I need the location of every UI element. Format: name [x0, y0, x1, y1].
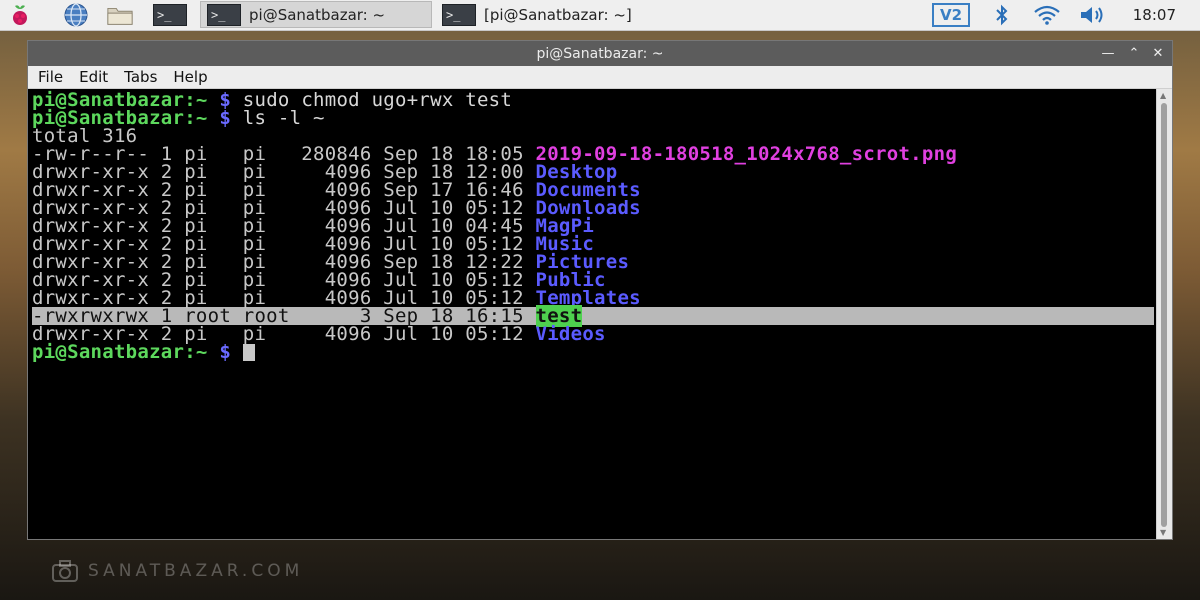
task-label: pi@Sanatbazar: ~	[249, 5, 386, 24]
vnc-label: V2	[932, 3, 970, 27]
terminal-output[interactable]: pi@Sanatbazar:~ $ sudo chmod ugo+rwx tes…	[28, 89, 1154, 539]
volume-icon[interactable]	[1076, 2, 1110, 28]
window-title: pi@Sanatbazar: ~	[536, 45, 664, 62]
scrollbar[interactable]: ▲ ▼	[1156, 89, 1172, 539]
vnc-icon[interactable]: V2	[930, 2, 972, 28]
command-line: pi@Sanatbazar:~ $ ls -l ~	[32, 107, 1154, 129]
close-icon[interactable]: ✕	[1148, 44, 1168, 62]
terminal-icon: >_	[207, 3, 241, 26]
clock[interactable]: 18:07	[1133, 6, 1176, 24]
menu-file[interactable]: File	[38, 68, 63, 86]
watermark: SANATBAZAR.COM	[52, 560, 303, 582]
raspberry-menu-icon[interactable]	[6, 2, 34, 28]
task-terminal-2[interactable]: >_ [pi@Sanatbazar: ~]	[436, 1, 676, 28]
minimize-icon[interactable]: —	[1098, 44, 1118, 62]
taskbar: >_ >_ pi@Sanatbazar: ~ >_ [pi@Sanatbazar…	[0, 0, 1200, 31]
prompt: pi@Sanatbazar:~	[32, 341, 208, 363]
prompt-dollar: $	[219, 341, 232, 363]
scroll-down-icon[interactable]: ▼	[1160, 528, 1166, 537]
menu-help[interactable]: Help	[173, 68, 207, 86]
bluetooth-icon[interactable]	[988, 2, 1016, 28]
maximize-icon[interactable]: ⌃	[1124, 44, 1144, 62]
task-label: [pi@Sanatbazar: ~]	[484, 5, 632, 24]
terminal-icon[interactable]: >_	[152, 2, 188, 28]
text-cursor	[242, 344, 255, 361]
title-bar[interactable]: pi@Sanatbazar: ~ — ⌃ ✕	[28, 41, 1172, 66]
menu-bar: File Edit Tabs Help	[28, 66, 1172, 89]
scroll-thumb[interactable]	[1161, 103, 1167, 527]
globe-browser-icon[interactable]	[62, 2, 90, 28]
scroll-up-icon[interactable]: ▲	[1160, 91, 1166, 100]
wifi-icon[interactable]	[1030, 2, 1064, 28]
prompt-dollar: $	[219, 107, 232, 129]
terminal-icon: >_	[442, 3, 476, 26]
command-text: ls -l ~	[242, 107, 325, 129]
watermark-text: SANATBAZAR.COM	[88, 561, 304, 581]
file-name: Videos	[535, 323, 606, 345]
camera-icon	[52, 560, 78, 582]
current-prompt-line[interactable]: pi@Sanatbazar:~ $	[32, 341, 1154, 363]
terminal-window: pi@Sanatbazar: ~ — ⌃ ✕ File Edit Tabs He…	[27, 40, 1173, 540]
folder-icon[interactable]	[106, 2, 134, 28]
menu-tabs[interactable]: Tabs	[124, 68, 157, 86]
menu-edit[interactable]: Edit	[79, 68, 108, 86]
task-terminal-1[interactable]: >_ pi@Sanatbazar: ~	[200, 1, 432, 28]
